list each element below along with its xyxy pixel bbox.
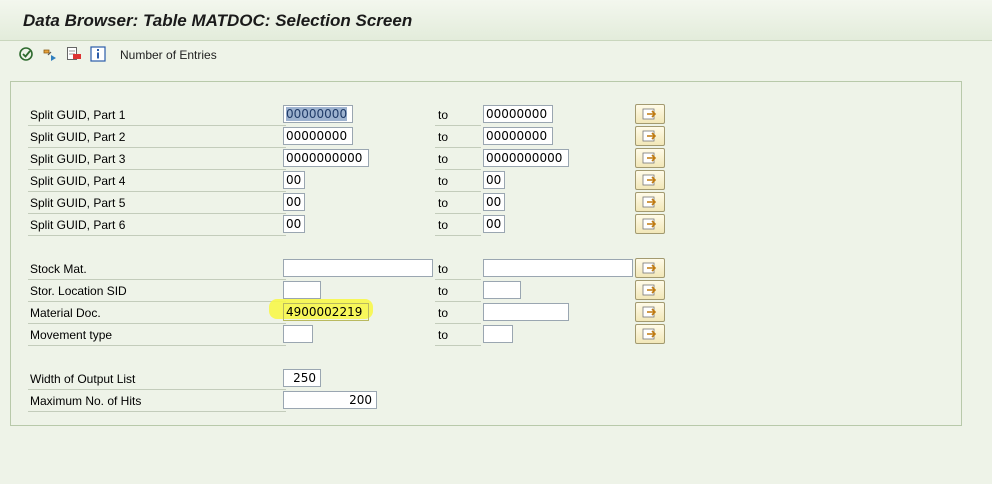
arrow-right-icon (642, 284, 657, 296)
field-label: Stor. Location SID (28, 283, 286, 302)
multiple-selection-button[interactable] (635, 258, 665, 278)
selection-row: Stor. Location SID to (11, 280, 961, 302)
arrow-right-icon (642, 130, 657, 142)
arrow-right-icon (642, 108, 657, 120)
split-guid-4-high-input[interactable]: 00 (483, 171, 505, 189)
selection-row: Split GUID, Part 2 00000000 to 00000000 (11, 126, 961, 148)
to-label: to (435, 107, 481, 126)
stock-mat-high-input[interactable] (483, 259, 633, 277)
split-guid-3-high-input[interactable]: 0000000000 (483, 149, 569, 167)
to-label: to (435, 129, 481, 148)
field-label: Material Doc. (28, 305, 286, 324)
delete-selection-icon[interactable] (66, 46, 82, 62)
multiple-selection-button[interactable] (635, 280, 665, 300)
to-label: to (435, 217, 481, 236)
arrow-right-icon (642, 196, 657, 208)
arrow-right-icon (642, 306, 657, 318)
field-label: Stock Mat. (28, 261, 286, 280)
split-guid-4-low-input[interactable]: 00 (283, 171, 305, 189)
multiple-selection-button[interactable] (635, 302, 665, 322)
info-icon[interactable] (90, 46, 106, 62)
selection-row: Split GUID, Part 3 0000000000 to 0000000… (11, 148, 961, 170)
number-of-entries-button[interactable]: Number of Entries (120, 48, 217, 62)
width-of-output-row: Width of Output List 250 (11, 368, 961, 390)
title-bar: Data Browser: Table MATDOC: Selection Sc… (0, 0, 992, 41)
split-guid-5-low-input[interactable]: 00 (283, 193, 305, 211)
selection-row: Movement type to (11, 324, 961, 346)
split-guid-6-high-input[interactable]: 00 (483, 215, 505, 233)
stor-location-sid-low-input[interactable] (283, 281, 321, 299)
multiple-selection-button[interactable] (635, 214, 665, 234)
field-label: Split GUID, Part 3 (28, 151, 286, 170)
arrow-right-icon (642, 218, 657, 230)
stor-location-sid-high-input[interactable] (483, 281, 521, 299)
split-guid-6-low-input[interactable]: 00 (283, 215, 305, 233)
selection-row: Split GUID, Part 5 00 to 00 (11, 192, 961, 214)
material-doc-high-input[interactable] (483, 303, 569, 321)
arrow-right-icon (642, 152, 657, 164)
field-label: Movement type (28, 327, 286, 346)
multiple-selection-button[interactable] (635, 324, 665, 344)
to-label: to (435, 151, 481, 170)
split-guid-2-low-input[interactable]: 00000000 (283, 127, 353, 145)
multiple-selection-button[interactable] (635, 104, 665, 124)
selection-row: Split GUID, Part 1 00000000 to 00000000 (11, 104, 961, 126)
field-label: Split GUID, Part 2 (28, 129, 286, 148)
to-label: to (435, 261, 481, 280)
selection-row: Material Doc. 4900002219 to (11, 302, 961, 324)
max-hits-row: Maximum No. of Hits 200 (11, 390, 961, 412)
page-title: Data Browser: Table MATDOC: Selection Sc… (23, 11, 413, 30)
arrow-right-icon (642, 262, 657, 274)
split-guid-1-low-input[interactable]: 00000000 (283, 105, 353, 123)
material-doc-low-input[interactable]: 4900002219 (283, 303, 369, 321)
field-label: Split GUID, Part 5 (28, 195, 286, 214)
selection-panel: Split GUID, Part 1 00000000 to 00000000 … (10, 81, 962, 426)
selection-row: Split GUID, Part 4 00 to 00 (11, 170, 961, 192)
to-label: to (435, 327, 481, 346)
arrow-right-icon (642, 328, 657, 340)
to-label: to (435, 195, 481, 214)
multiple-selection-button[interactable] (635, 126, 665, 146)
multiple-selection-button[interactable] (635, 148, 665, 168)
split-guid-1-high-input[interactable]: 00000000 (483, 105, 553, 123)
width-of-output-label: Width of Output List (28, 371, 286, 390)
split-guid-5-high-input[interactable]: 00 (483, 193, 505, 211)
width-of-output-input[interactable]: 250 (283, 369, 321, 387)
selection-row: Stock Mat. to (11, 258, 961, 280)
multiple-selection-button[interactable] (635, 192, 665, 212)
selection-row: Split GUID, Part 6 00 to 00 (11, 214, 961, 236)
stock-mat-low-input[interactable] (283, 259, 433, 277)
multiple-selection-button[interactable] (635, 170, 665, 190)
to-label: to (435, 173, 481, 192)
max-hits-input[interactable]: 200 (283, 391, 377, 409)
arrow-right-icon (642, 174, 657, 186)
multiple-selection-icon[interactable] (42, 46, 58, 62)
field-label: Split GUID, Part 1 (28, 107, 286, 126)
max-hits-label: Maximum No. of Hits (28, 393, 286, 412)
application-toolbar: Number of Entries (0, 41, 992, 69)
movement-type-low-input[interactable] (283, 325, 313, 343)
split-guid-2-high-input[interactable]: 00000000 (483, 127, 553, 145)
to-label: to (435, 283, 481, 302)
to-label: to (435, 305, 481, 324)
field-label: Split GUID, Part 6 (28, 217, 286, 236)
movement-type-high-input[interactable] (483, 325, 513, 343)
split-guid-3-low-input[interactable]: 0000000000 (283, 149, 369, 167)
execute-icon[interactable] (18, 46, 34, 62)
field-label: Split GUID, Part 4 (28, 173, 286, 192)
